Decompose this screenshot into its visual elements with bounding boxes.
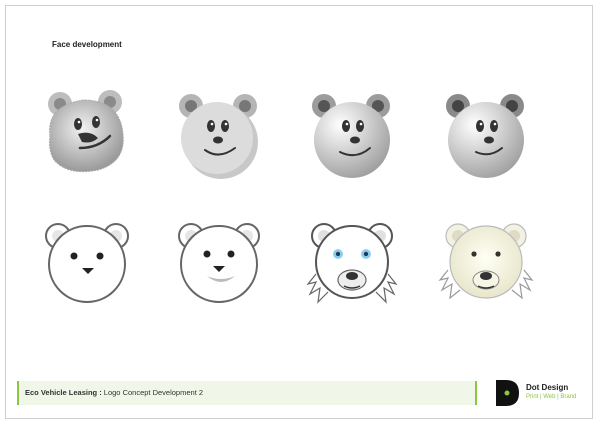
bear-face-6 (178, 223, 260, 303)
bear-face-2 (179, 94, 258, 179)
bear-face-5 (45, 223, 129, 303)
footer-bar: Eco Vehicle Leasing : Logo Concept Devel… (17, 381, 477, 405)
bear-face-4 (446, 94, 524, 178)
brand-name: Dot Design (526, 383, 569, 392)
client-name: Eco Vehicle Leasing : (25, 388, 102, 397)
page-heading: Face development (52, 40, 122, 49)
project-name: Logo Concept Development 2 (103, 388, 204, 397)
bear-face-1 (48, 90, 124, 173)
bear-face-3 (312, 94, 390, 178)
dot-design-logo (496, 380, 519, 406)
brand-tagline: Print | Web | Brand (526, 394, 577, 400)
bear-face-8 (438, 223, 534, 300)
footer-title: Eco Vehicle Leasing : Logo Concept Devel… (25, 388, 203, 397)
page-sheet (5, 5, 593, 419)
bear-face-7 (306, 223, 398, 304)
